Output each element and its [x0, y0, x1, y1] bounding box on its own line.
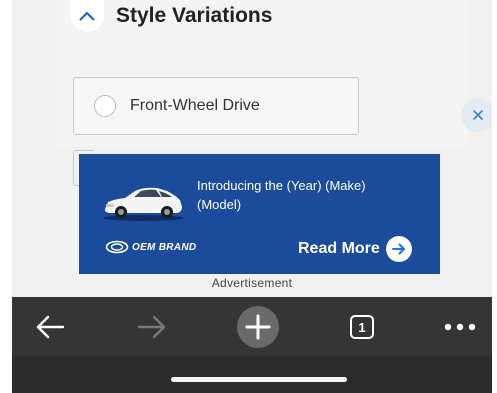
more-icon — [444, 323, 476, 330]
close-icon — [473, 110, 483, 120]
oem-brand-logo: OEM BRAND — [105, 240, 196, 254]
ad-headline: Introducing the (Year) (Make) (Model) — [197, 178, 366, 212]
plus-icon — [237, 305, 279, 348]
read-more-label: Read More — [298, 240, 380, 257]
option-front-wheel-drive[interactable]: Front-Wheel Drive — [73, 77, 359, 135]
section-title: Style Variations — [116, 4, 273, 27]
browser-toolbar: 1 — [12, 297, 492, 356]
chevron-up-icon — [79, 12, 95, 21]
close-ad-button[interactable] — [461, 98, 492, 132]
read-more-link[interactable]: Read More — [298, 236, 412, 262]
home-indicator[interactable] — [171, 377, 347, 382]
radio-button[interactable] — [94, 95, 116, 117]
back-button[interactable] — [20, 297, 80, 356]
arrow-right-icon — [385, 236, 412, 262]
back-arrow-icon — [36, 315, 65, 338]
menu-button[interactable] — [430, 297, 490, 356]
advertisement-banner[interactable]: Introducing the (Year) (Make) (Model) OE… — [79, 154, 440, 274]
car-image — [103, 187, 183, 221]
forward-button[interactable] — [122, 297, 182, 356]
brand-name: OEM BRAND — [132, 241, 197, 253]
new-tab-button[interactable] — [228, 297, 288, 356]
brand-logo-icon — [105, 240, 129, 254]
tab-switcher-button[interactable]: 1 — [332, 297, 392, 356]
home-indicator-area — [12, 356, 492, 393]
browser-screen: Style Variations Front-Wheel Drive Intro… — [12, 0, 492, 393]
advertisement-label: Advertisement — [211, 276, 293, 290]
forward-arrow-icon — [137, 315, 166, 338]
option-label: Front-Wheel Drive — [130, 97, 260, 114]
tab-count-icon: 1 — [350, 314, 374, 339]
tab-count: 1 — [358, 320, 365, 335]
